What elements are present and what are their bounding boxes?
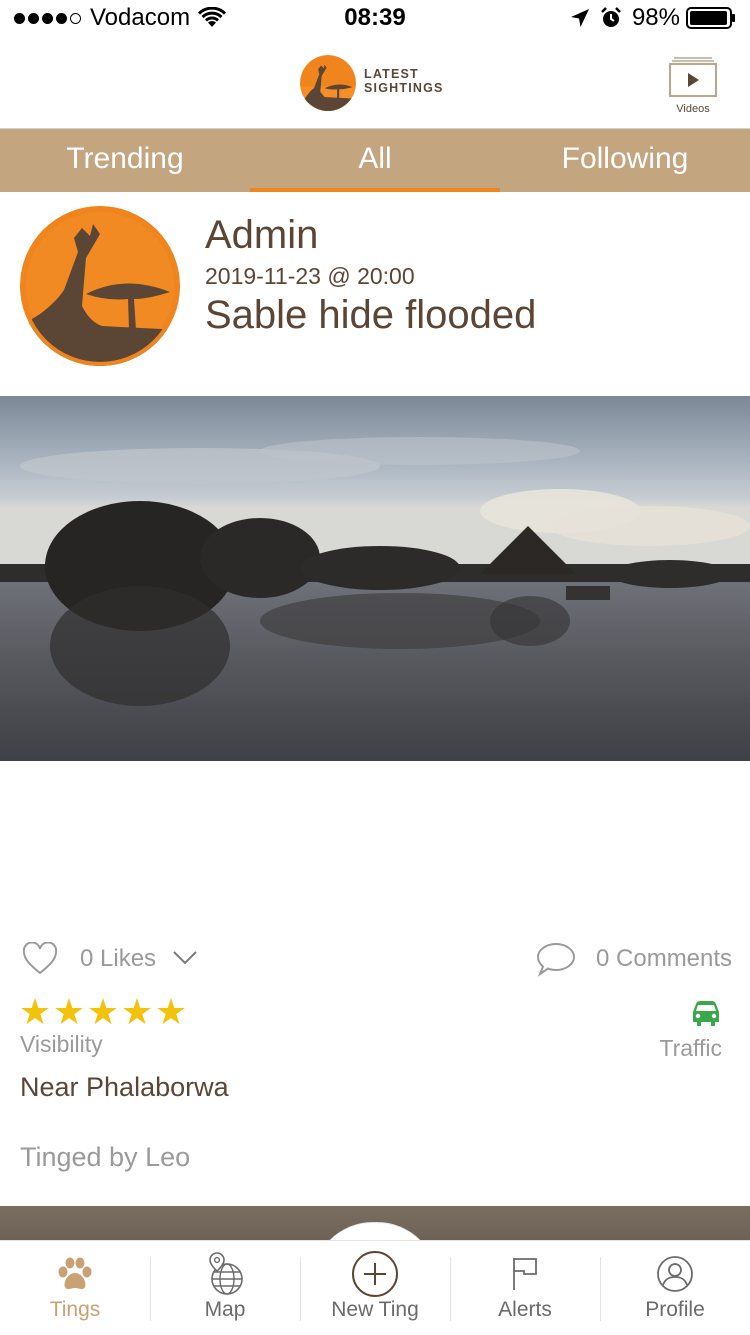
logo-line-1: LATEST: [364, 67, 419, 81]
globe-pin-icon: [209, 1252, 243, 1295]
nav-profile[interactable]: Profile: [600, 1241, 750, 1335]
status-right: 98%: [570, 4, 736, 32]
comment-icon[interactable]: [536, 941, 576, 977]
nav-new-ting[interactable]: New Ting: [300, 1241, 450, 1335]
nav-alerts[interactable]: Alerts: [450, 1241, 600, 1335]
star-icon: ★: [18, 991, 52, 1032]
nav-profile-label: Profile: [645, 1298, 705, 1321]
tab-trending[interactable]: Trending: [0, 129, 250, 192]
nav-alerts-label: Alerts: [498, 1298, 552, 1321]
tab-following[interactable]: Following: [500, 129, 750, 192]
feed-tabs: Trending All Following: [0, 129, 750, 192]
star-icon: ★: [154, 991, 188, 1032]
giraffe-logo-icon: [20, 206, 180, 366]
car-icon: [693, 1001, 719, 1026]
heart-icon[interactable]: [22, 942, 58, 976]
post-title: Sable hide flooded: [205, 293, 537, 337]
post-date: 2019-11-23 @ 20:00: [205, 263, 415, 289]
location-arrow-icon: [570, 9, 589, 27]
star-icon: ★: [86, 991, 120, 1032]
nav-tings-label: Tings: [49, 1298, 101, 1321]
visibility-rating: ★ ★ ★ ★ ★: [18, 994, 188, 1030]
flag-icon: [513, 1258, 537, 1290]
nav-tings[interactable]: Tings: [0, 1241, 150, 1335]
logo-line-2: SIGHTINGS: [364, 81, 444, 95]
comments-count[interactable]: 0 Comments: [596, 945, 732, 973]
visibility-label: Visibility: [20, 1031, 103, 1057]
status-bar: Vodacom 08:39 98%: [0, 0, 750, 40]
user-circle-icon: [657, 1256, 693, 1292]
app-logo-icon: [300, 55, 356, 111]
nav-map-label: Map: [204, 1298, 246, 1321]
likes-count[interactable]: 0 Likes: [80, 945, 156, 973]
traffic-label: Traffic: [659, 1035, 722, 1061]
post-photo[interactable]: [0, 396, 750, 761]
star-icon: ★: [52, 991, 86, 1032]
videos-button[interactable]: Videos: [668, 56, 718, 115]
sighting-location[interactable]: Near Phalaborwa: [20, 1072, 229, 1103]
post-author[interactable]: Admin: [205, 213, 318, 258]
tab-all[interactable]: All: [250, 129, 500, 192]
chevron-down-icon[interactable]: [172, 948, 198, 968]
star-icon: ★: [120, 991, 154, 1032]
app-logo-text: LATEST SIGHTINGS: [364, 67, 444, 95]
battery-percent: 98%: [631, 4, 680, 31]
app-header: LATEST SIGHTINGS Videos: [0, 40, 750, 129]
bottom-nav: Tings Map New Ting Alerts Profile: [0, 1240, 750, 1335]
tinged-by[interactable]: Tinged by Leo: [20, 1142, 190, 1173]
author-avatar[interactable]: [20, 206, 180, 366]
nav-new-ting-label: New Ting: [331, 1298, 419, 1321]
nav-map[interactable]: Map: [150, 1241, 300, 1335]
plus-circle-icon: [352, 1251, 398, 1297]
battery-icon: [686, 7, 735, 29]
paw-icon: [58, 1257, 92, 1290]
videos-label: Videos: [676, 103, 710, 115]
alarm-icon: [601, 7, 621, 27]
video-play-icon: [669, 57, 717, 97]
